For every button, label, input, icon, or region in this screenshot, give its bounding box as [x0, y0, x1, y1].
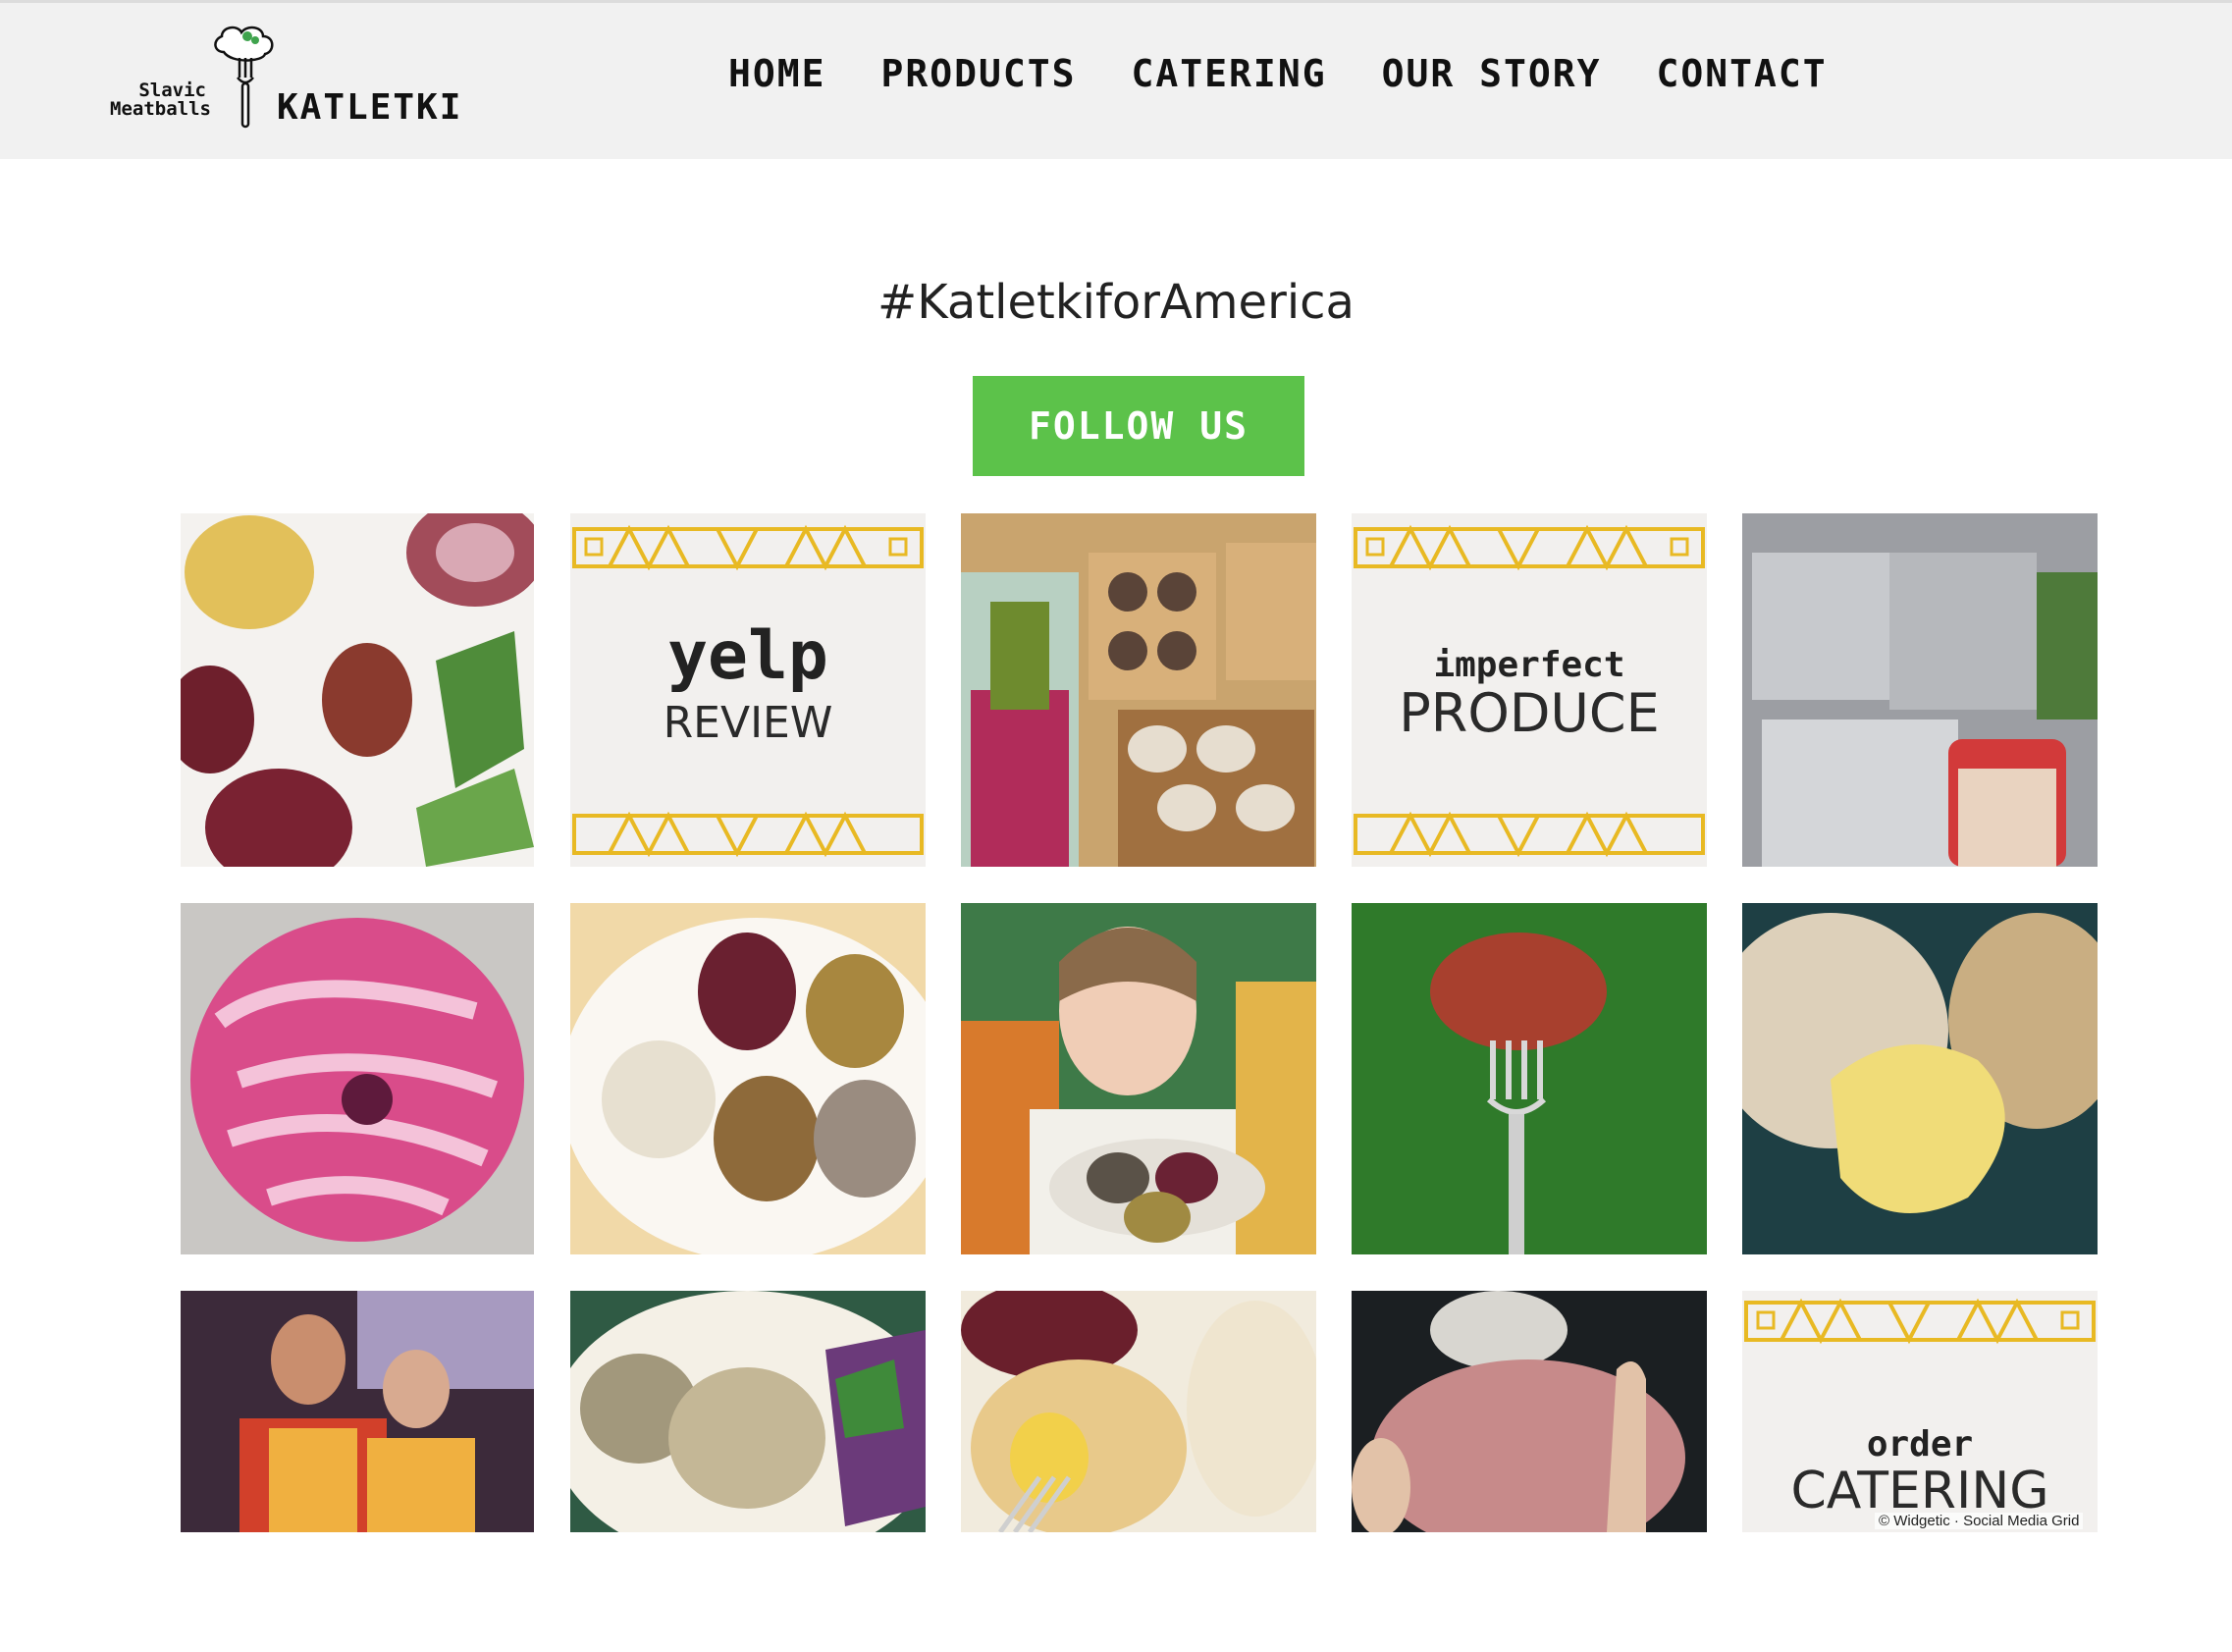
- site-logo[interactable]: Slavic Meatballs KATLETKI: [110, 23, 463, 135]
- site-header: Slavic Meatballs KATLETKI HOME PRODUCTS C…: [0, 0, 2232, 159]
- nav-catering[interactable]: CATERING: [1132, 52, 1327, 95]
- yelp-review-card[interactable]: yelp REVIEW: [570, 513, 926, 867]
- widget-credit[interactable]: © Widgetic · Social Media Grid: [1875, 1513, 2084, 1529]
- imperfect-subtitle: PRODUCE: [1399, 682, 1660, 744]
- ground-meat-photo[interactable]: [1352, 1291, 1707, 1532]
- pattern-border-bottom: [572, 811, 924, 858]
- pattern-border-top: [572, 524, 924, 571]
- logo-tagline: Slavic Meatballs: [110, 80, 211, 120]
- meatball-trays-photo[interactable]: [961, 513, 1316, 867]
- main-nav: HOME PRODUCTS CATERING OUR STORY CONTACT: [728, 52, 1883, 95]
- nav-products[interactable]: PRODUCTS: [881, 52, 1077, 95]
- meatball-on-fork-photo[interactable]: [1352, 903, 1707, 1254]
- foil-containers-photo[interactable]: [1742, 513, 2098, 867]
- follow-us-button[interactable]: FOLLOW US: [973, 376, 1304, 476]
- pattern-border-top: [1744, 1298, 2096, 1345]
- nav-our-story[interactable]: OUR STORY: [1382, 52, 1602, 95]
- vegetables-and-meatball-photo[interactable]: [181, 513, 534, 867]
- brand-name: KATLETKI: [277, 87, 463, 128]
- yelp-title: yelp: [667, 617, 828, 695]
- order-title: order: [1866, 1424, 1974, 1465]
- nav-contact[interactable]: CONTACT: [1656, 52, 1827, 95]
- pattern-border-top: [1354, 524, 1705, 571]
- cut-meatball-with-fork-photo[interactable]: [961, 1291, 1316, 1532]
- imperfect-title: imperfect: [1433, 645, 1625, 685]
- order-subtitle: CATERING: [1790, 1462, 2049, 1520]
- order-catering-card[interactable]: order CATERING: [1742, 1291, 2098, 1532]
- cheese-filled-meatball-photo[interactable]: [1742, 903, 2098, 1254]
- imperfect-produce-card[interactable]: imperfect PRODUCE: [1352, 513, 1707, 867]
- pattern-border-bottom: [1354, 811, 1705, 858]
- meatballs-with-salad-photo[interactable]: [570, 1291, 926, 1532]
- pickled-onions-photo[interactable]: [181, 903, 534, 1254]
- couple-in-aprons-photo[interactable]: [181, 1291, 534, 1532]
- hashtag-heading: #KatletkiforAmerica: [877, 275, 1355, 330]
- yelp-subtitle: REVIEW: [663, 698, 833, 748]
- nav-home[interactable]: HOME: [728, 52, 826, 95]
- meatball-plate-photo[interactable]: [570, 903, 926, 1254]
- woman-holding-meatballs-photo[interactable]: [961, 903, 1316, 1254]
